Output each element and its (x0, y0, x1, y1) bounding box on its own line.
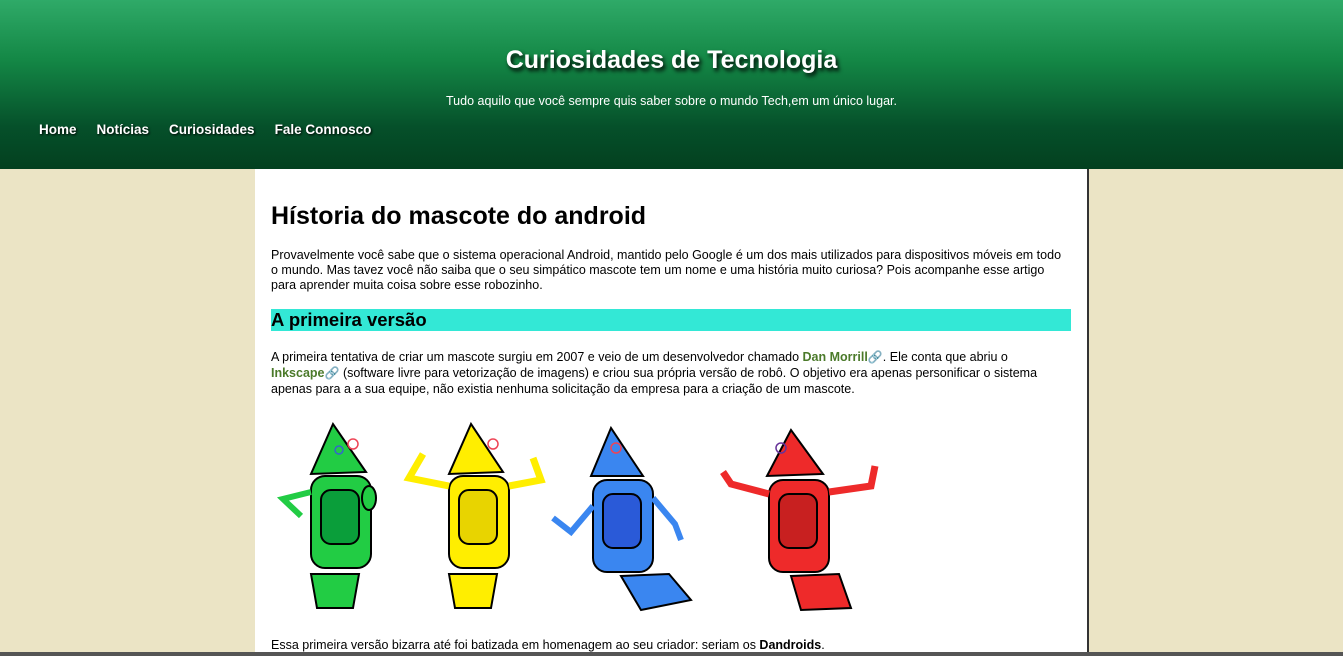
external-link-icon: 🔗 (324, 366, 340, 380)
site-title: Curiosidades de Tecnologia (505, 46, 838, 74)
p1-text-a: A primeira tentativa de criar um mascote… (271, 350, 803, 364)
dan-morrill-link-text: Dan Morrill (802, 350, 868, 364)
first-version-paragraph: A primeira tentativa de criar um mascote… (271, 349, 1061, 397)
dandroids-bold: Dandroids (759, 638, 822, 652)
p1-text-b: . Ele conta que abriu o (882, 350, 1008, 364)
section-heading: A primeira versão (271, 309, 1071, 331)
bottom-scroll-edge (0, 652, 1343, 656)
inkscape-link-text: Inkscape (271, 366, 325, 380)
p2-text-c: . (821, 638, 825, 652)
red-robot (720, 428, 879, 612)
p1-text-c: (software livre para vetorização de imag… (271, 366, 1038, 396)
dan-morrill-link[interactable]: Dan Morrill🔗 (803, 350, 883, 364)
yellow-robot (403, 421, 546, 609)
inkscape-link[interactable]: Inkscape🔗 (271, 366, 339, 380)
nav-curiosidades[interactable]: Curiosidades (169, 122, 255, 137)
p2-text-a: Essa primeira versão bizarra até foi bat… (271, 638, 760, 652)
nav-home[interactable]: Home (39, 122, 77, 137)
site-header: Curiosidades de Tecnologia Tudo aquilo q… (0, 0, 1343, 169)
article-title: Hístoria do mascote do android (271, 202, 647, 230)
dandroids-paragraph: Essa primeira versão bizarra até foi bat… (271, 638, 1061, 653)
article-content: Hístoria do mascote do android Provavelm… (255, 169, 1089, 656)
main-nav: Home Notícias Curiosidades Fale Connosco (39, 122, 371, 137)
nav-noticias[interactable]: Notícias (97, 122, 150, 137)
nav-fale-connosco[interactable]: Fale Connosco (275, 122, 372, 137)
intro-paragraph: Provavelmente você sabe que o sistema op… (271, 248, 1062, 292)
dandroids-image (276, 421, 879, 612)
blue-robot (551, 425, 693, 612)
green-robot (276, 421, 377, 609)
external-link-icon: 🔗 (867, 350, 883, 364)
site-subtitle: Tudo aquilo que você sempre quis saber s… (446, 94, 897, 108)
